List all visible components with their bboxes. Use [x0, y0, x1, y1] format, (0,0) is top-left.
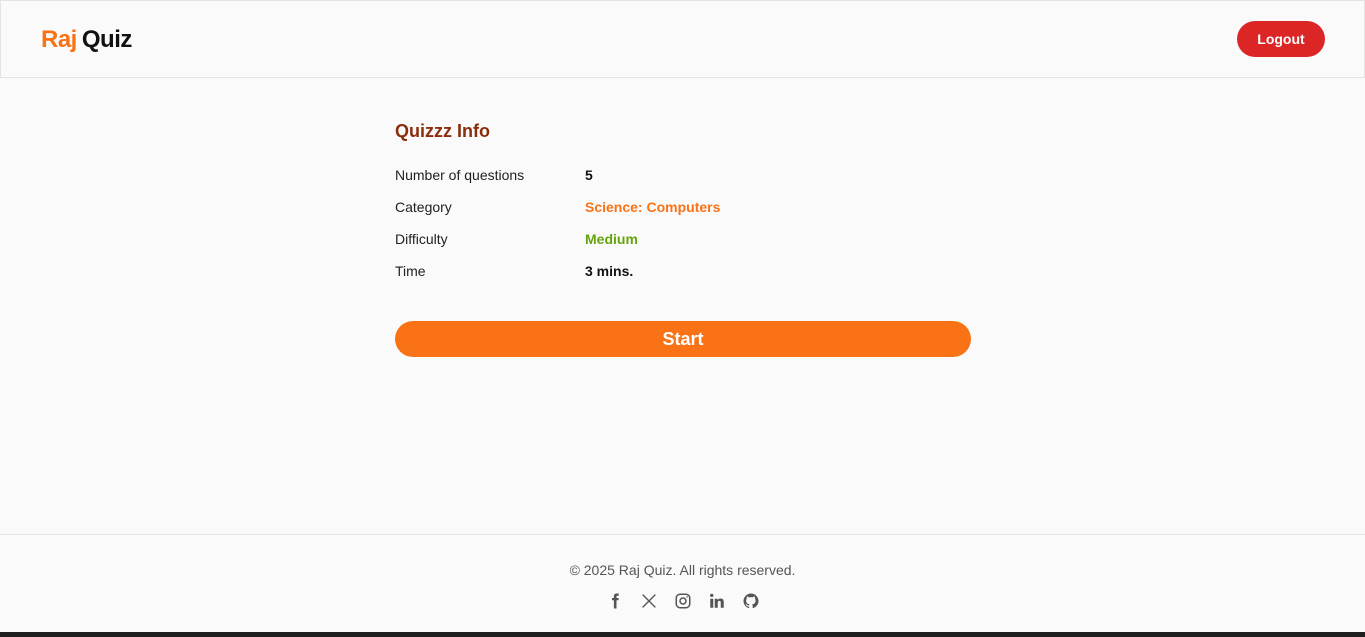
instagram-icon[interactable] — [673, 591, 693, 611]
logout-button[interactable]: Logout — [1237, 21, 1325, 57]
social-links — [0, 591, 1365, 611]
info-row-difficulty: Difficulty Medium — [395, 231, 971, 263]
info-label: Category — [395, 199, 452, 215]
question-count-value: 5 — [585, 167, 593, 183]
linkedin-icon[interactable] — [707, 591, 727, 611]
info-label: Time — [395, 263, 426, 279]
start-quiz-button[interactable]: Start — [395, 321, 971, 357]
app-header: Raj Quiz Logout — [0, 0, 1365, 78]
facebook-icon[interactable] — [605, 591, 625, 611]
bottom-edge-bar — [0, 632, 1365, 637]
quiz-info-panel: Quizzz Info Number of questions 5 Catego… — [395, 118, 971, 357]
github-icon[interactable] — [741, 591, 761, 611]
info-label: Difficulty — [395, 231, 448, 247]
quiz-info-list: Number of questions 5 Category Science: … — [395, 167, 971, 295]
time-value: 3 mins. — [585, 263, 634, 279]
x-icon[interactable] — [639, 591, 659, 611]
app-footer: © 2025 Raj Quiz. All rights reserved. — [0, 534, 1365, 633]
copyright-text: © 2025 Raj Quiz. All rights reserved. — [569, 562, 796, 578]
info-label: Number of questions — [395, 167, 525, 183]
info-row-question-count: Number of questions 5 — [395, 167, 971, 199]
category-value: Science: Computers — [585, 199, 721, 215]
info-row-time: Time 3 mins. — [395, 263, 971, 295]
info-row-category: Category Science: Computers — [395, 199, 971, 231]
brand-name-part2: Quiz — [81, 26, 133, 53]
difficulty-value: Medium — [585, 231, 638, 247]
brand-name-part1: Raj — [41, 26, 77, 53]
brand-logo[interactable]: Raj Quiz — [41, 25, 132, 55]
quiz-info-title: Quizzz Info — [395, 121, 490, 141]
